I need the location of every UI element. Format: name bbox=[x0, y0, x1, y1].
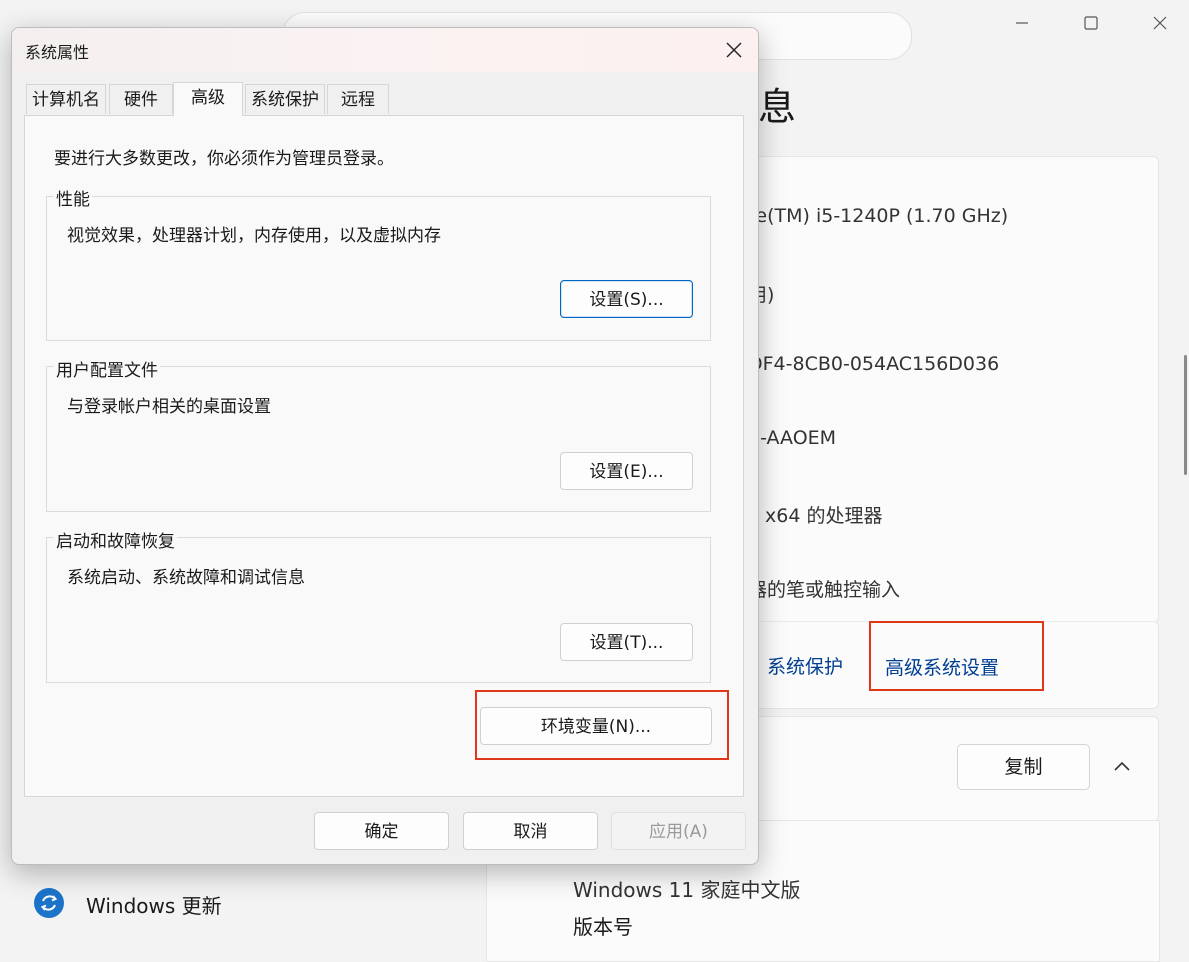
system-properties-dialog: 系统属性 计算机名 硬件 高级 系统保护 远程 要进行大多数更改，你必须作为管理… bbox=[11, 27, 759, 865]
nav-windows-update[interactable]: Windows 更新 bbox=[86, 890, 222, 919]
startup-recovery-settings-button[interactable]: 设置(T)... bbox=[560, 623, 693, 661]
spec-system-type: x64 的处理器 bbox=[765, 505, 883, 527]
spec-pen-touch: 器的笔或触控输入 bbox=[748, 579, 901, 601]
performance-desc: 视觉效果，处理器计划，内存使用，以及虚拟内存 bbox=[67, 226, 441, 246]
spec-device-id: DF4-8CB0-054AC156D036 bbox=[748, 353, 1000, 375]
windows-specs-header-card bbox=[700, 716, 1159, 822]
performance-group bbox=[46, 196, 711, 341]
settings-page-title: 息 bbox=[758, 85, 797, 129]
startup-recovery-desc: 系统启动、系统故障和调试信息 bbox=[67, 568, 305, 588]
admin-notice: 要进行大多数更改，你必须作为管理员登录。 bbox=[54, 149, 394, 169]
cancel-button[interactable]: 取消 bbox=[463, 812, 598, 850]
windows-edition: Windows 11 家庭中文版 bbox=[573, 878, 801, 902]
close-icon[interactable] bbox=[718, 34, 750, 66]
tab-hardware[interactable]: 硬件 bbox=[109, 84, 173, 114]
chevron-up-icon[interactable] bbox=[1108, 752, 1136, 780]
minimize-icon[interactable] bbox=[1007, 8, 1037, 38]
version-label: 版本号 bbox=[573, 915, 633, 939]
dialog-title: 系统属性 bbox=[25, 43, 90, 62]
tab-system-protection[interactable]: 系统保护 bbox=[245, 84, 325, 114]
apply-button[interactable]: 应用(A) bbox=[611, 812, 746, 850]
maximize-icon[interactable] bbox=[1076, 8, 1106, 38]
tab-remote[interactable]: 远程 bbox=[327, 84, 389, 114]
ok-button[interactable]: 确定 bbox=[314, 812, 449, 850]
dialog-titlebar[interactable]: 系统属性 bbox=[12, 28, 758, 72]
user-profiles-group-label: 用户配置文件 bbox=[54, 356, 160, 381]
close-window-icon[interactable] bbox=[1145, 8, 1175, 38]
highlight-environment-variables bbox=[475, 690, 729, 760]
user-profiles-settings-button[interactable]: 设置(E)... bbox=[560, 452, 693, 490]
windows-update-icon bbox=[34, 888, 64, 918]
system-protection-link[interactable]: 系统保护 bbox=[767, 652, 843, 679]
performance-settings-button[interactable]: 设置(S)... bbox=[560, 280, 693, 318]
tab-advanced[interactable]: 高级 bbox=[173, 82, 243, 116]
spec-product-id: 4-AAOEM bbox=[748, 427, 837, 449]
tab-computer-name[interactable]: 计算机名 bbox=[26, 84, 106, 114]
user-profiles-desc: 与登录帐户相关的桌面设置 bbox=[67, 397, 271, 417]
spec-processor: re(TM) i5-1240P (1.70 GHz) bbox=[748, 205, 1009, 227]
performance-group-label: 性能 bbox=[54, 185, 92, 210]
startup-recovery-group-label: 启动和故障恢复 bbox=[54, 527, 177, 552]
highlight-advanced-settings bbox=[869, 621, 1044, 691]
scrollbar-thumb[interactable] bbox=[1184, 355, 1187, 475]
copy-button[interactable]: 复制 bbox=[957, 744, 1090, 790]
